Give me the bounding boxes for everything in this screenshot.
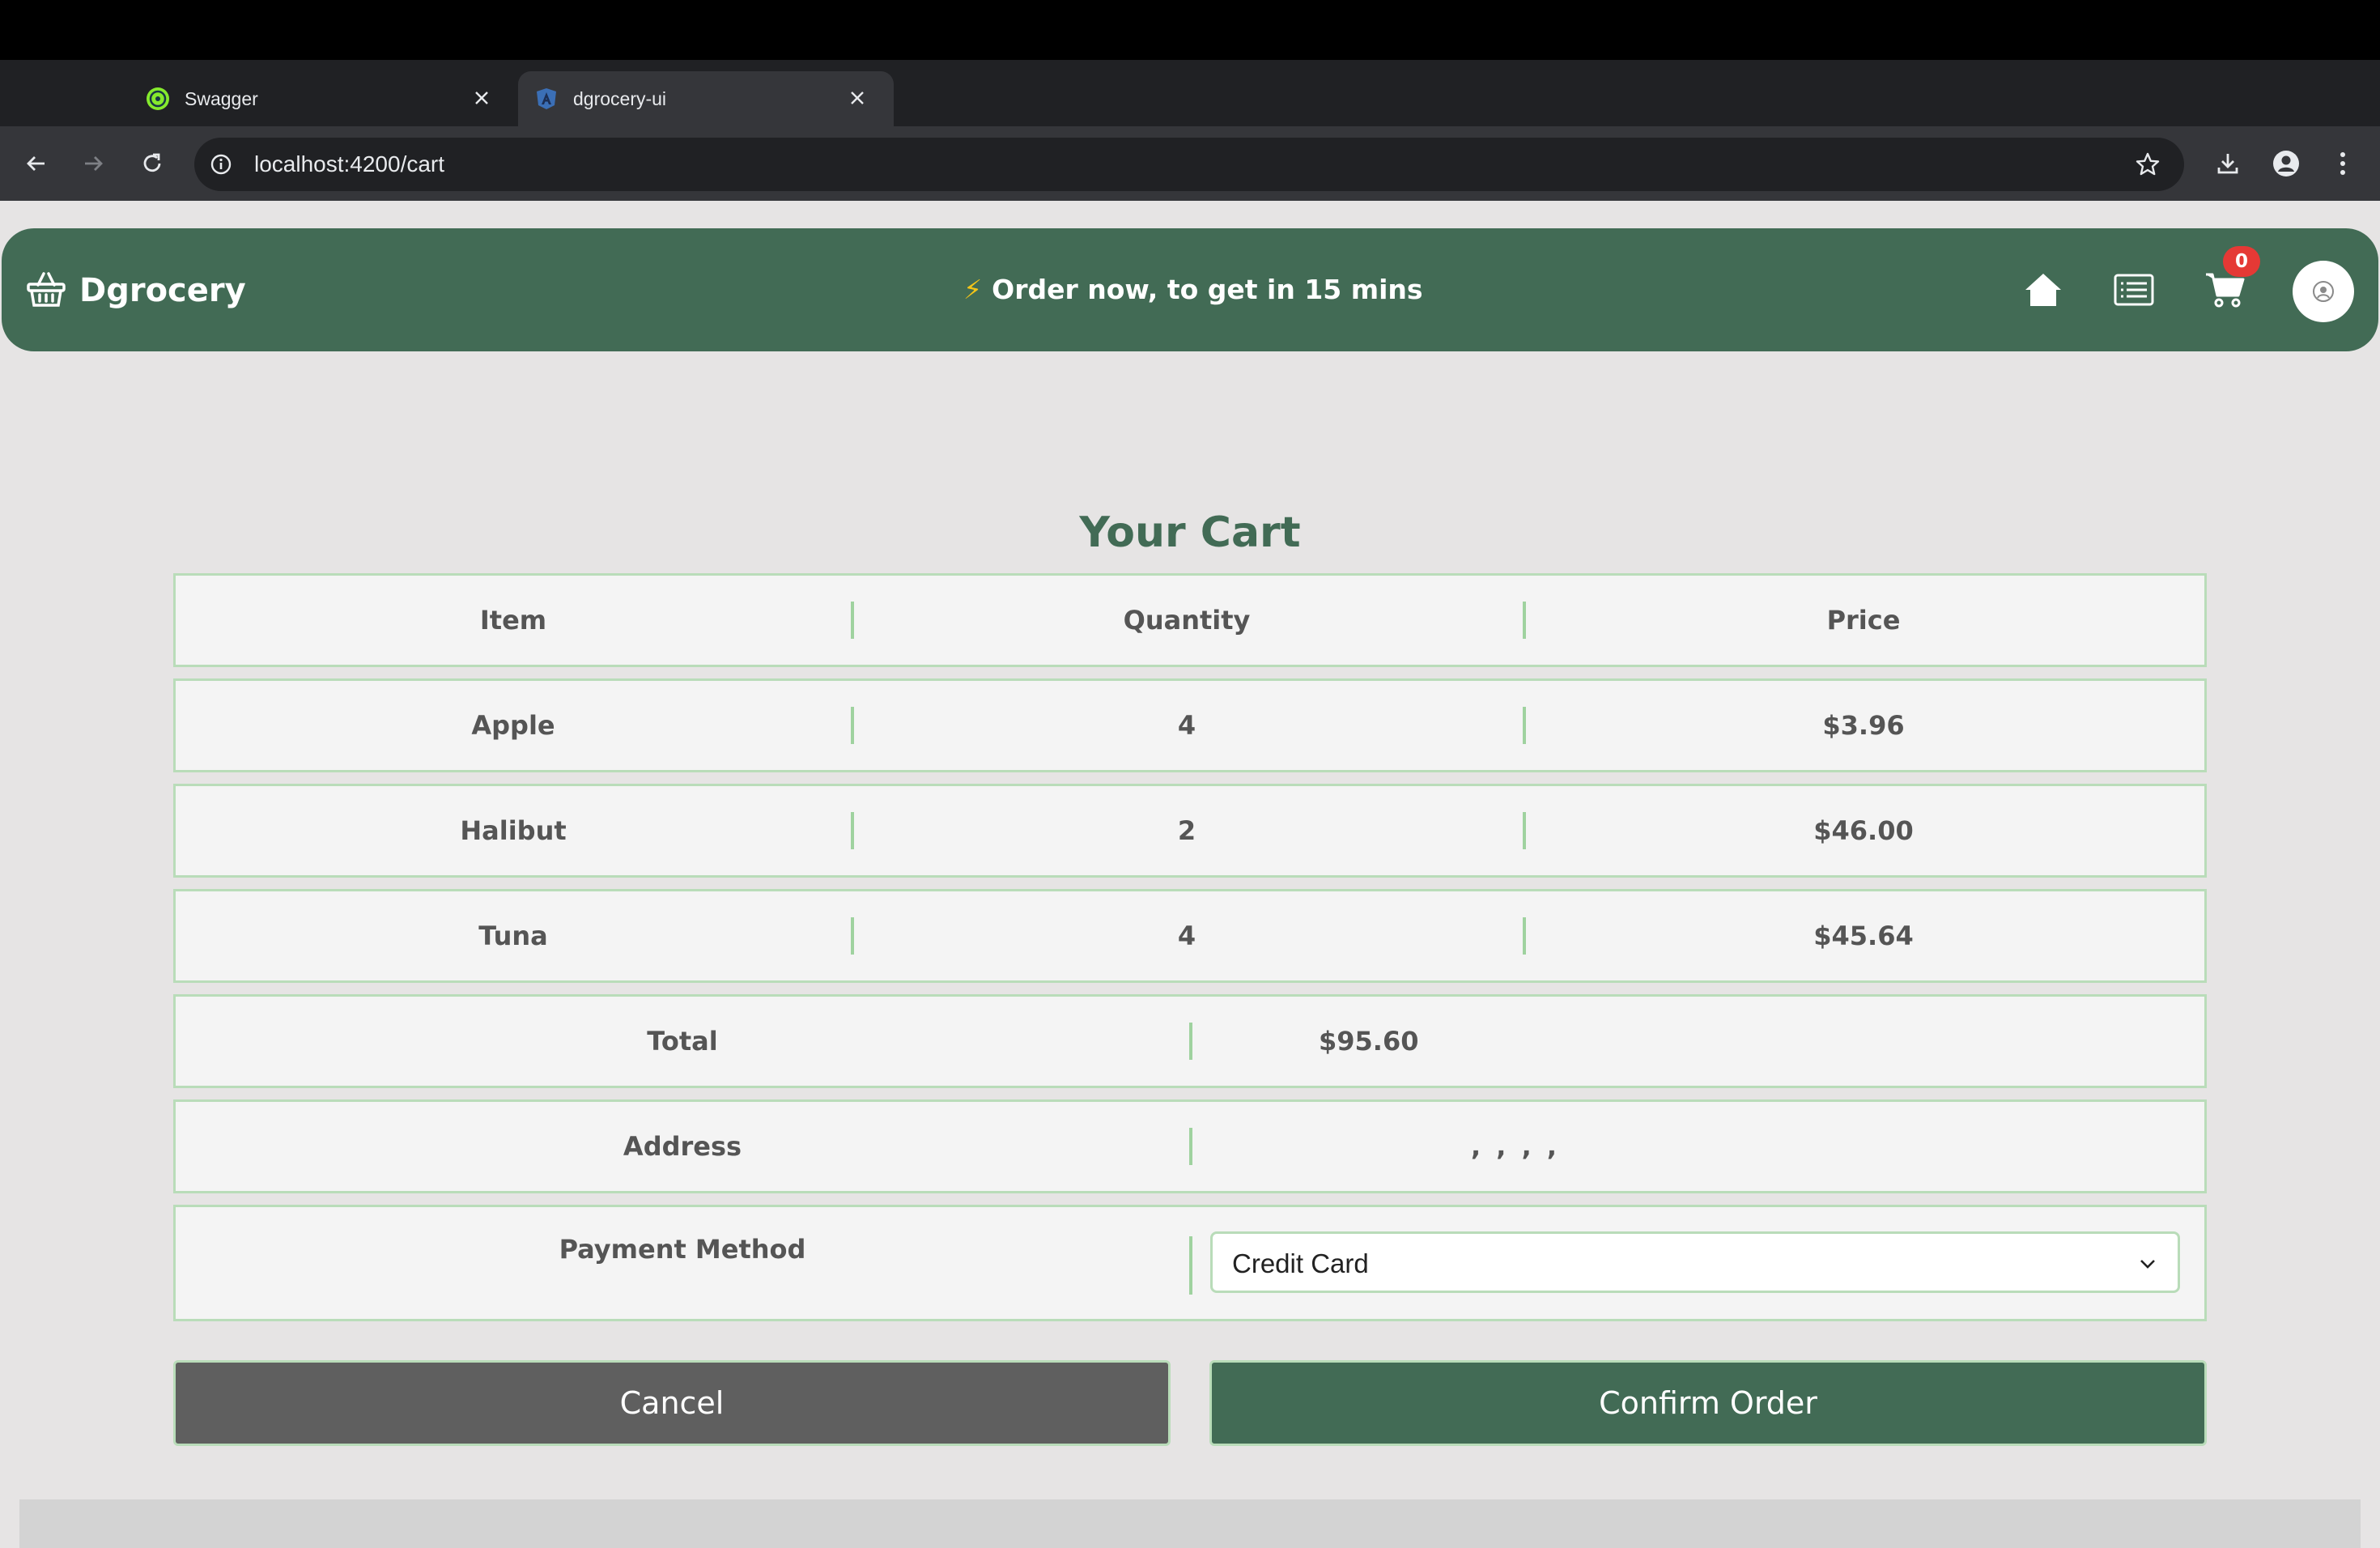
tab-dgrocery-ui[interactable]: dgrocery-ui xyxy=(518,71,894,126)
column-header-price: Price xyxy=(1826,605,1901,636)
kebab-menu-icon[interactable] xyxy=(2323,144,2362,183)
forward-icon[interactable] xyxy=(74,144,113,183)
item-name: Tuna xyxy=(478,921,548,951)
promo-banner: ⚡ Order now, to get in 15 mins xyxy=(963,274,1423,305)
basket-icon xyxy=(26,269,66,313)
address-value: , , , , xyxy=(1471,1131,1561,1162)
tab-strip: Swagger dgrocery-ui xyxy=(0,60,2380,172)
table-row: Halibut 2 $46.00 xyxy=(173,784,2207,878)
site-info-icon[interactable] xyxy=(204,147,238,181)
total-label: Total xyxy=(647,1026,718,1057)
table-row: Apple 4 $3.96 xyxy=(173,678,2207,772)
cart-count-badge: 0 xyxy=(2223,246,2260,277)
confirm-order-button[interactable]: Confirm Order xyxy=(1209,1360,2207,1446)
item-price: $45.64 xyxy=(1813,921,1914,951)
tab-title: dgrocery-ui xyxy=(573,87,667,109)
address-bar[interactable]: localhost:4200/cart xyxy=(194,138,2184,191)
payment-method-select[interactable]: Credit Card xyxy=(1210,1231,2180,1293)
column-divider xyxy=(1189,1023,1192,1060)
item-name: Apple xyxy=(471,710,555,741)
lightning-icon: ⚡ xyxy=(963,274,983,305)
item-price: $46.00 xyxy=(1813,815,1914,846)
footer xyxy=(19,1499,2361,1548)
total-row: Total $95.60 xyxy=(173,994,2207,1088)
window-top-bar xyxy=(0,0,2380,60)
list-icon[interactable] xyxy=(2108,264,2160,316)
column-header-quantity: Quantity xyxy=(1123,605,1251,636)
table-header-row: Item Quantity Price xyxy=(173,573,2207,667)
brand-name: Dgrocery xyxy=(79,272,246,309)
close-icon[interactable] xyxy=(468,84,495,112)
address-row: Address , , , , xyxy=(173,1099,2207,1193)
bookmark-star-icon[interactable] xyxy=(2131,147,2165,181)
total-value: $95.60 xyxy=(1319,1026,1419,1057)
item-quantity: 2 xyxy=(1177,815,1196,846)
item-name: Halibut xyxy=(460,815,567,846)
payment-method-value: Credit Card xyxy=(1232,1248,1369,1278)
payment-method-label: Payment Method xyxy=(559,1234,806,1265)
address-label: Address xyxy=(623,1131,742,1162)
tab-title: Swagger xyxy=(185,87,258,109)
angular-favicon-icon xyxy=(534,87,559,111)
payment-row: Payment Method Credit Card xyxy=(173,1205,2207,1321)
chevron-down-icon xyxy=(2136,1252,2160,1276)
item-price: $3.96 xyxy=(1822,710,1905,741)
reload-icon[interactable] xyxy=(133,144,172,183)
item-quantity: 4 xyxy=(1177,921,1196,951)
download-icon[interactable] xyxy=(2208,144,2247,183)
column-divider xyxy=(1189,1236,1192,1295)
app-header: Dgrocery ⚡ Order now, to get in 15 mins xyxy=(2,228,2378,351)
page-title: Your Cart xyxy=(1079,508,1301,557)
item-quantity: 4 xyxy=(1177,710,1196,741)
column-header-item: Item xyxy=(479,605,547,636)
browser-toolbar: localhost:4200/cart xyxy=(0,126,2380,201)
back-icon[interactable] xyxy=(16,144,55,183)
promo-text: Order now, to get in 15 mins xyxy=(992,274,1423,305)
cancel-button[interactable]: Cancel xyxy=(173,1360,1171,1446)
avatar[interactable] xyxy=(2293,261,2354,322)
swagger-favicon-icon xyxy=(146,87,170,111)
tab-swagger[interactable]: Swagger xyxy=(130,71,518,126)
url-text: localhost:4200/cart xyxy=(254,151,445,176)
profile-icon[interactable] xyxy=(2267,144,2306,183)
table-row: Tuna 4 $45.64 xyxy=(173,889,2207,983)
home-icon[interactable] xyxy=(2017,264,2069,316)
close-icon[interactable] xyxy=(844,84,871,112)
brand-logo[interactable]: Dgrocery xyxy=(26,269,246,313)
column-divider xyxy=(1189,1128,1192,1165)
user-avatar-icon xyxy=(2313,281,2334,302)
